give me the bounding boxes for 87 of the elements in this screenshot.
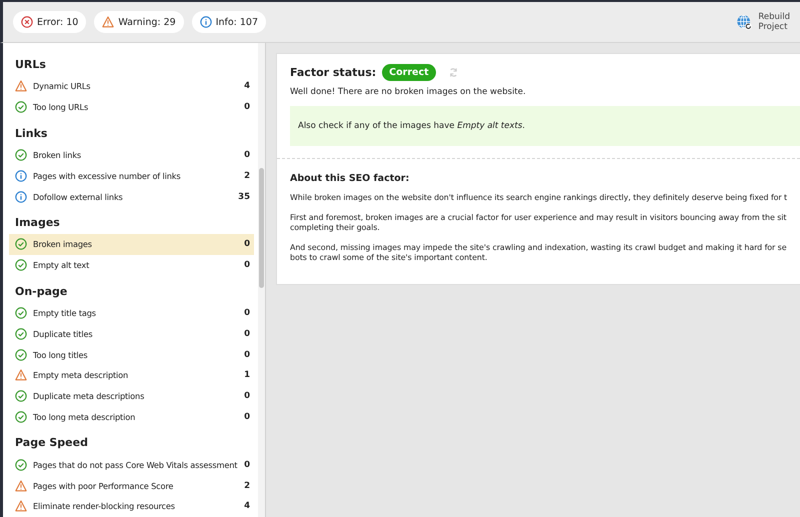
group-heading: On-page (14, 284, 68, 300)
rebuild-project-button[interactable]: Rebuild Project (736, 12, 790, 32)
group-heading: Page Speed (14, 435, 89, 452)
factor-item[interactable]: Dynamic URLs 4 (9, 76, 254, 97)
factor-label: Too long meta description (33, 412, 136, 422)
factor-item[interactable]: Broken links 0 (9, 144, 254, 166)
factor-count: 0 (244, 391, 250, 402)
group-heading: Images (14, 214, 61, 231)
factor-count: 2 (244, 480, 250, 491)
factor-count: 35 (238, 192, 250, 202)
factor-item[interactable]: Too long URLs 0 (9, 96, 254, 118)
refresh-icon[interactable] (448, 67, 459, 78)
factor-label: Broken images (33, 239, 93, 250)
factor-count: 0 (244, 102, 250, 112)
warning-icon (15, 80, 27, 92)
factor-item[interactable]: Broken images 0 (9, 234, 254, 255)
factor-label: Pages with excessive number of links (33, 170, 182, 181)
issue-counter[interactable]: Warning: 29 (94, 11, 184, 33)
factor-label: Empty alt text (33, 260, 90, 270)
factor-count: 4 (244, 81, 250, 92)
factor-item[interactable]: Eliminate render-blocking resources 4 (9, 496, 254, 517)
counter-label: Warning: 29 (118, 16, 176, 28)
counter-label: Info: 107 (216, 16, 258, 28)
about-heading: About this SEO factor: (290, 173, 410, 184)
check-circle-icon (15, 458, 27, 471)
factor-count: 0 (244, 260, 250, 270)
status-badge: Correct (382, 64, 436, 81)
warning-icon (15, 500, 27, 512)
globe-refresh-icon (736, 14, 754, 30)
factor-label: Too long titles (33, 350, 89, 360)
factor-count: 2 (244, 170, 250, 181)
factor-item[interactable]: Duplicate meta descriptions 0 (9, 386, 254, 407)
factor-label: Dofollow external links (33, 192, 124, 202)
factor-label: Empty meta description (33, 370, 130, 380)
issue-counter[interactable]: Info: 107 (192, 11, 266, 33)
factor-item[interactable]: Too long meta description 0 (9, 406, 254, 428)
factor-label: Pages that do not pass Core Web Vitals assessment (33, 460, 238, 470)
factor-count: 0 (244, 350, 250, 360)
factor-label: Duplicate titles (33, 328, 94, 339)
factor-item[interactable]: Pages that do not pass Core Web Vitals assessment 0 (9, 454, 254, 476)
factor-item[interactable]: Pages with poor Performance Score 2 (9, 475, 254, 496)
info-icon (15, 190, 27, 203)
factor-item[interactable]: Empty meta description 1 (9, 364, 254, 386)
factor-count: 1 (244, 370, 250, 380)
factor-label: Pages with poor Performance Score (33, 480, 174, 491)
check-circle-icon (15, 348, 27, 361)
factor-item[interactable]: Dofollow external links 35 (9, 186, 254, 207)
factor-count: 0 (244, 150, 250, 160)
factor-item[interactable]: Pages with excessive number of links 2 (9, 165, 254, 186)
factor-label: Dynamic URLs (33, 81, 92, 92)
hint-text: Also check if any of the images have Empty alt texts. (298, 121, 525, 131)
factor-item[interactable]: Empty title tags 0 (9, 302, 254, 324)
check-circle-icon (15, 148, 27, 161)
factor-item[interactable]: Empty alt text 0 (9, 254, 254, 276)
factor-label: Broken links (33, 150, 82, 160)
group-heading: URLs (14, 57, 47, 73)
error-icon (21, 16, 33, 28)
warning-icon (15, 480, 27, 492)
warning-icon (102, 16, 114, 28)
check-circle-icon (15, 328, 27, 340)
factor-item[interactable]: Too long titles 0 (9, 344, 254, 365)
scrollbar-thumb[interactable] (259, 168, 264, 288)
check-circle-icon (15, 259, 27, 272)
factor-label: Duplicate meta descriptions (33, 391, 146, 402)
info-icon (200, 16, 212, 28)
check-circle-icon (15, 410, 27, 423)
factor-label: Eliminate render-blocking resources (33, 501, 176, 512)
status-message: Well done! There are no broken images on the website. (290, 87, 527, 97)
factor-item[interactable]: Duplicate titles 0 (9, 323, 254, 344)
factor-count: 4 (244, 501, 250, 512)
info-icon (15, 170, 27, 182)
factor-count: 0 (244, 412, 250, 422)
factor-count: 0 (244, 239, 250, 250)
factor-count: 0 (244, 308, 250, 318)
check-circle-icon (15, 390, 27, 402)
factor-label: Too long URLs (33, 102, 90, 112)
issue-counter[interactable]: Error: 10 (13, 11, 86, 33)
counter-label: Error: 10 (37, 16, 78, 28)
factor-count: 0 (244, 460, 250, 470)
factor-label: Empty title tags (33, 308, 97, 318)
check-circle-icon (15, 101, 27, 114)
factor-count: 0 (244, 328, 250, 339)
check-circle-icon (15, 306, 27, 319)
status-label: Factor status: (290, 66, 376, 79)
check-circle-icon (15, 238, 27, 250)
warning-icon (15, 369, 27, 382)
group-heading: Links (14, 126, 48, 142)
